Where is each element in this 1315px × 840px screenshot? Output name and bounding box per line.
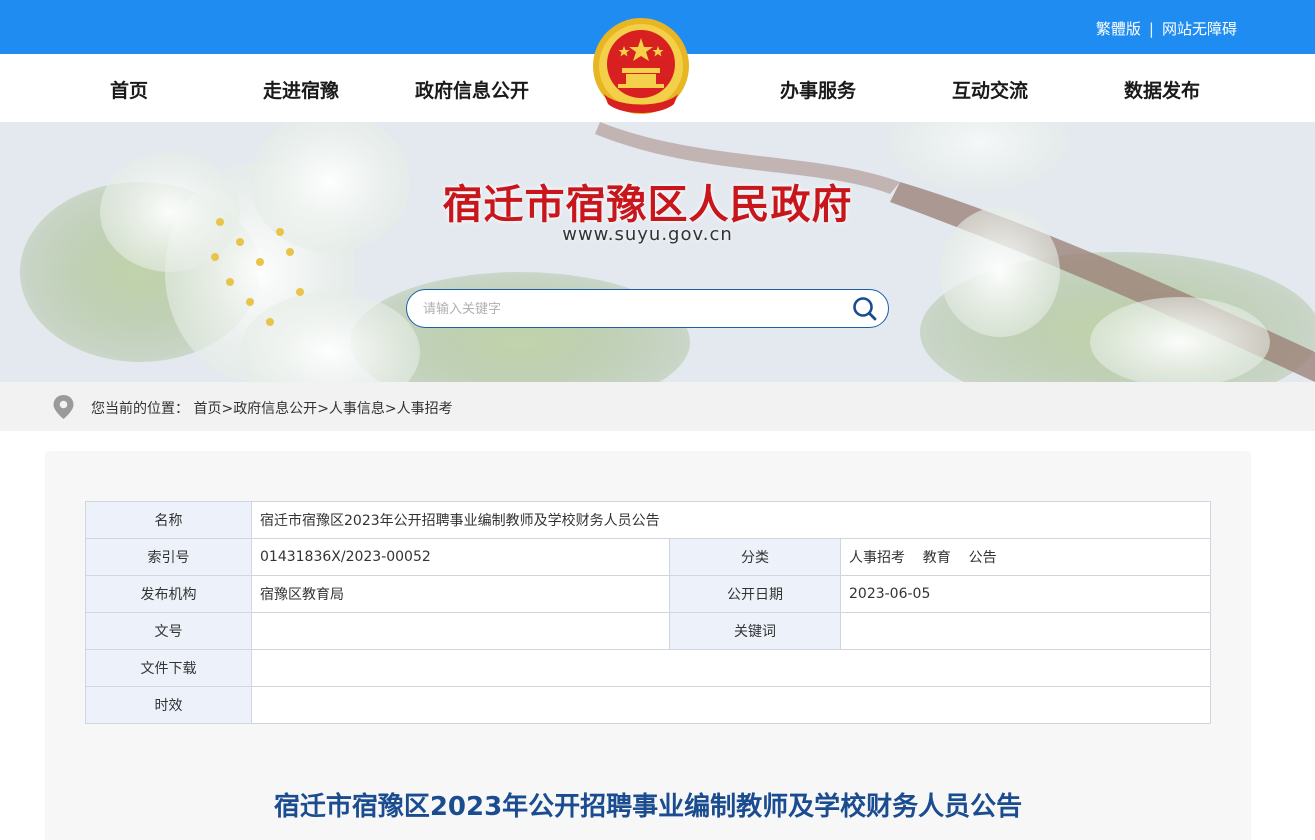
breadcrumb-bar: 您当前的位置： 首页>政府信息公开>人事信息>人事招考 (0, 382, 1315, 431)
breadcrumb-gov-info[interactable]: 政府信息公开 (233, 401, 317, 417)
name-label: 名称 (85, 501, 252, 539)
top-links: 繁體版 | 网站无障碍 (1096, 18, 1237, 39)
breadcrumb-separator: > (384, 401, 397, 417)
validity-value (251, 686, 1211, 724)
breadcrumb: 您当前的位置： 首页>政府信息公开>人事信息>人事招考 (91, 398, 453, 418)
download-label: 文件下载 (85, 649, 252, 687)
table-row: 名称 宿迁市宿豫区2023年公开招聘事业编制教师及学校财务人员公告 (85, 501, 1211, 539)
article-title: 宿迁市宿豫区2023年公开招聘事业编制教师及学校财务人员公告 (273, 792, 1023, 822)
top-links-separator: | (1148, 19, 1154, 38)
traditional-chinese-link[interactable]: 繁體版 (1096, 18, 1141, 39)
nav-item-about[interactable]: 走进宿豫 (263, 76, 339, 103)
search-icon[interactable] (852, 296, 878, 322)
date-value: 2023-06-05 (840, 575, 1211, 613)
table-row: 时效 (85, 686, 1211, 724)
banner: 宿迁市宿豫区人民政府 www.suyu.gov.cn (0, 122, 1315, 382)
category-value: 人事招考 教育 公告 (840, 538, 1211, 576)
breadcrumb-personnel-info[interactable]: 人事信息 (329, 401, 385, 417)
breadcrumb-separator: > (221, 401, 234, 417)
table-row: 文号 关键词 (85, 612, 1211, 650)
publisher-value: 宿豫区教育局 (251, 575, 670, 613)
docno-value (251, 612, 670, 650)
blossom-background-image (0, 122, 1315, 382)
breadcrumb-home[interactable]: 首页 (193, 401, 221, 417)
table-row: 发布机构 宿豫区教育局 公开日期 2023-06-05 (85, 575, 1211, 613)
table-row: 索引号 01431836X/2023-00052 分类 人事招考 教育 公告 (85, 538, 1211, 576)
emblem-icon (574, 8, 708, 114)
keyword-label: 关键词 (669, 612, 841, 650)
national-emblem[interactable] (574, 8, 708, 128)
download-value[interactable] (251, 649, 1211, 687)
keyword-value (840, 612, 1211, 650)
date-label: 公开日期 (669, 575, 841, 613)
site-url: www.suyu.gov.cn (562, 224, 733, 245)
accessibility-link[interactable]: 网站无障碍 (1162, 18, 1237, 39)
index-value: 01431836X/2023-00052 (251, 538, 670, 576)
search-box (406, 289, 889, 328)
nav-item-services[interactable]: 办事服务 (780, 76, 856, 103)
nav-item-data[interactable]: 数据发布 (1124, 76, 1200, 103)
site-title: 宿迁市宿豫区人民政府 (442, 182, 853, 228)
table-row: 文件下载 (85, 649, 1211, 687)
nav-item-interaction[interactable]: 互动交流 (952, 76, 1028, 103)
nav-item-home[interactable]: 首页 (110, 76, 148, 103)
search-input[interactable] (423, 298, 843, 320)
validity-label: 时效 (85, 686, 252, 724)
docno-label: 文号 (85, 612, 252, 650)
nav-item-gov-info[interactable]: 政府信息公开 (415, 76, 529, 103)
category-label: 分类 (669, 538, 841, 576)
breadcrumb-prefix: 您当前的位置： (91, 401, 189, 417)
document-meta-table: 名称 宿迁市宿豫区2023年公开招聘事业编制教师及学校财务人员公告 索引号 01… (85, 501, 1211, 724)
publisher-label: 发布机构 (85, 575, 252, 613)
breadcrumb-separator: > (317, 401, 329, 417)
index-label: 索引号 (85, 538, 252, 576)
breadcrumb-recruitment[interactable]: 人事招考 (397, 401, 453, 417)
name-value: 宿迁市宿豫区2023年公开招聘事业编制教师及学校财务人员公告 (251, 501, 1211, 539)
location-pin-icon (53, 395, 74, 419)
